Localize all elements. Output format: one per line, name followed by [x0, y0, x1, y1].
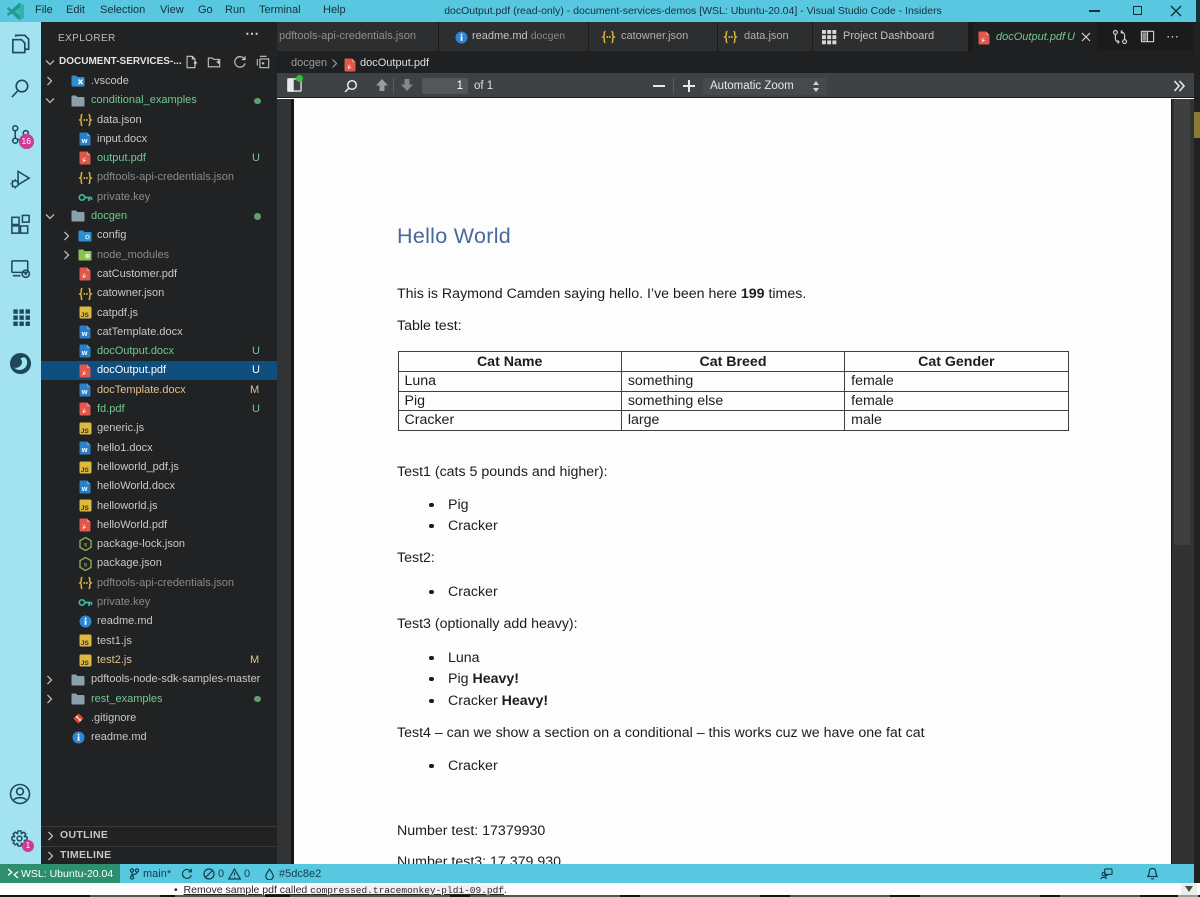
svg-text:JS: JS [81, 312, 90, 319]
svg-text:JS: JS [81, 505, 90, 512]
svg-text:s: s [84, 562, 88, 568]
svg-text:JS: JS [81, 428, 90, 435]
svg-text:JS: JS [81, 466, 90, 473]
svg-text:w: w [81, 445, 88, 454]
svg-text:w: w [81, 136, 88, 145]
svg-text:w: w [81, 484, 88, 493]
svg-text:JS: JS [81, 659, 90, 666]
svg-text:w: w [81, 329, 88, 338]
svg-text:s: s [84, 543, 88, 549]
svg-text:JS: JS [81, 640, 90, 647]
svg-text:w: w [81, 387, 88, 396]
svg-text:w: w [81, 348, 88, 357]
